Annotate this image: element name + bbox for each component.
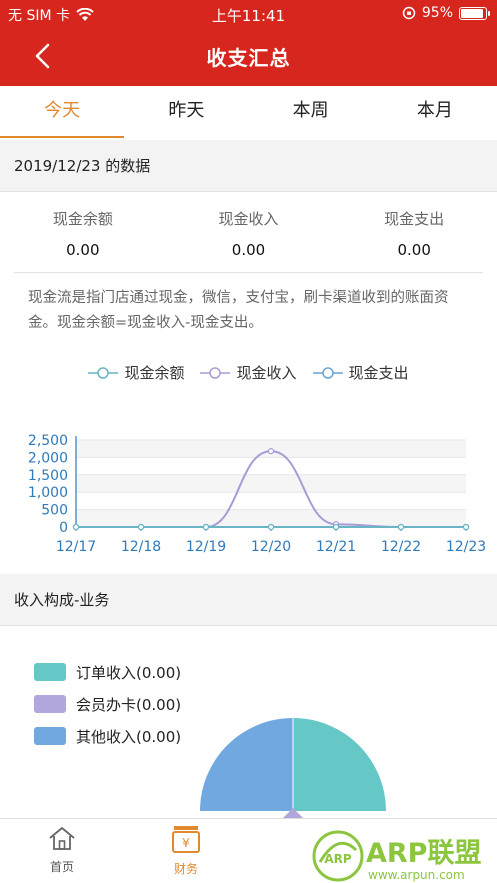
tabbar-home[interactable]: 首页 (27, 825, 97, 875)
legend-item-cash-income[interactable]: 现金收入 (200, 362, 297, 383)
x-tick-label: 12/21 (316, 539, 356, 555)
svg-text:ARP: ARP (324, 852, 352, 866)
series-point (397, 523, 405, 531)
app-header: 无 SIM 卡 上午11:41 95% 收支汇总 (0, 0, 497, 86)
series-point (202, 523, 210, 531)
pie-slice-other-income (200, 718, 293, 811)
x-tick-label: 12/17 (56, 539, 96, 555)
y-tick-label: 2,500 (28, 433, 68, 449)
stat-label: 现金收入 (218, 210, 279, 228)
cashflow-line-chart: 2,5002,000 1,5001,000 5000 12/17 12/18 12/19 1… (28, 433, 486, 555)
legend-marker-icon (200, 366, 231, 379)
stat-cash-balance: 现金余额 0.00 (0, 196, 166, 272)
chart-legend: 现金余额 现金收入 现金支出 (0, 362, 497, 383)
stat-cash-income: 现金收入 0.00 (166, 196, 332, 272)
stat-cash-expense: 现金支出 0.00 (331, 196, 497, 272)
x-tick-label: 12/22 (381, 539, 421, 555)
period-tabs: 今天 昨天 本周 本月 (0, 86, 497, 138)
series-point (72, 523, 80, 531)
pie-legend-item-order[interactable]: 订单收入(0.00) (34, 656, 181, 688)
tab-today[interactable]: 今天 (0, 86, 125, 138)
tabbar-label: 财务 (173, 862, 198, 876)
income-section-header: 收入构成-业务 (0, 574, 497, 626)
pie-slice-order-income (293, 718, 386, 811)
grid-band (76, 474, 466, 493)
legend-swatch (34, 663, 66, 681)
stat-value: 0.00 (397, 241, 431, 259)
y-tick-label: 2,000 (28, 450, 68, 466)
stat-value: 0.00 (66, 241, 100, 259)
legend-label: 订单收入(0.00) (76, 663, 182, 682)
nav-bar: 收支汇总 (0, 28, 497, 86)
series-point (462, 523, 470, 531)
legend-item-cash-expense[interactable]: 现金支出 (312, 362, 409, 383)
x-tick-label: 12/20 (251, 539, 291, 555)
legend-label: 会员办卡(0.00) (76, 695, 182, 714)
svg-text:¥: ¥ (182, 836, 190, 850)
tab-this-week[interactable]: 本周 (249, 86, 373, 138)
stat-value: 0.00 (231, 241, 266, 259)
svg-text:ARP联盟: ARP联盟 (366, 838, 481, 869)
orientation-lock-icon (402, 6, 416, 20)
series-point (137, 523, 145, 531)
home-icon (49, 827, 75, 850)
data-section-header: 2019/12/23 的数据 (0, 140, 497, 192)
tabbar-label: 首页 (49, 860, 74, 874)
y-tick-label: 1,500 (28, 468, 68, 484)
tab-this-month[interactable]: 本月 (373, 86, 497, 138)
divider (14, 272, 483, 273)
legend-label: 现金余额 (124, 364, 185, 382)
finance-icon: ¥ (172, 826, 200, 853)
pie-legend: 订单收入(0.00) 会员办卡(0.00) 其他收入(0.00) (34, 656, 181, 752)
legend-marker-icon (312, 366, 343, 379)
pie-legend-item-member[interactable]: 会员办卡(0.00) (34, 688, 181, 720)
y-tick-label: 500 (41, 503, 68, 519)
series-point (267, 523, 275, 531)
cash-stats: 现金余额 0.00 现金收入 0.00 现金支出 0.00 (0, 196, 497, 272)
svg-text:www.arpun.com: www.arpun.com (368, 868, 465, 882)
legend-label: 现金收入 (236, 364, 297, 382)
stat-label: 现金余额 (52, 210, 113, 228)
x-tick-label: 12/19 (186, 539, 226, 555)
legend-swatch (34, 695, 66, 713)
status-bar: 无 SIM 卡 上午11:41 95% (0, 0, 497, 28)
series-point (267, 448, 275, 455)
y-tick-label: 1,000 (28, 485, 68, 501)
battery-percent: 95% (421, 5, 453, 21)
tabbar-finance[interactable]: ¥ 财务 (151, 825, 221, 877)
legend-marker-icon (88, 366, 119, 379)
legend-item-cash-balance[interactable]: 现金余额 (88, 362, 184, 383)
cashflow-description: 现金流是指门店通过现金，微信，支付宝，刷卡渠道收到的账面资金。现金余额=现金收入… (28, 290, 449, 331)
legend-label: 其他收入(0.00) (76, 727, 182, 746)
tab-yesterday[interactable]: 昨天 (124, 86, 248, 138)
x-tick-label: 12/23 (446, 539, 486, 555)
page-title: 收支汇总 (206, 46, 291, 70)
y-tick-label: 0 (59, 520, 68, 536)
stat-label: 现金支出 (384, 210, 445, 228)
x-tick-label: 12/18 (121, 539, 161, 555)
legend-swatch (34, 727, 66, 745)
pie-legend-item-other[interactable]: 其他收入(0.00) (34, 720, 181, 752)
arp-watermark-logo: ARP ARP联盟 www.arpun.com (312, 830, 481, 882)
series-point (332, 523, 340, 531)
battery-icon (459, 6, 490, 20)
legend-label: 现金支出 (348, 364, 409, 382)
